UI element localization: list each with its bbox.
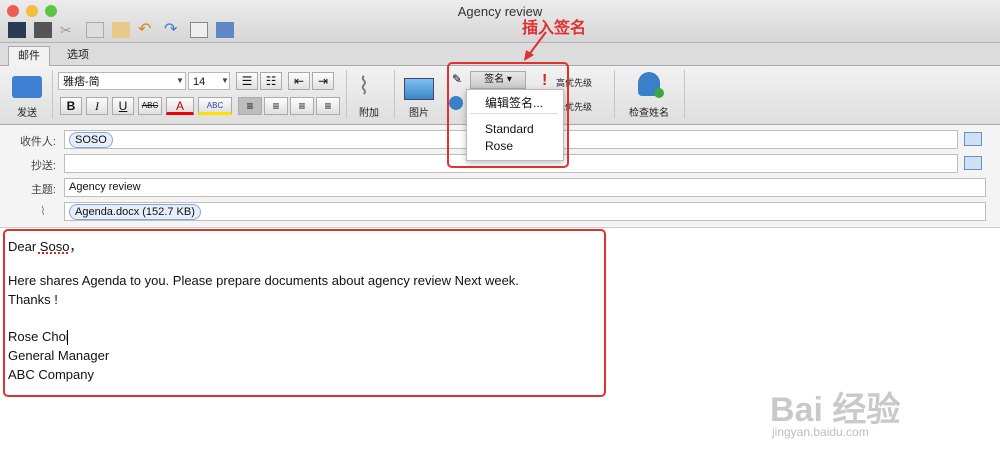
divider: [394, 70, 395, 118]
align-left-button[interactable]: ≡: [238, 97, 262, 115]
copy-icon[interactable]: [86, 22, 104, 38]
check-names-label: 检查姓名: [629, 108, 669, 119]
paste-icon[interactable]: [112, 22, 130, 38]
bullets-button[interactable]: ☰: [236, 72, 258, 90]
tab-options[interactable]: 选项: [56, 46, 100, 65]
address-book-icon[interactable]: [216, 22, 234, 38]
annotation-arrow-icon: [524, 31, 547, 61]
divider: [346, 70, 347, 118]
address-book-icon[interactable]: [964, 156, 982, 170]
paperclip-icon[interactable]: ⌇: [358, 72, 370, 101]
annotation-box-body: [3, 229, 606, 397]
align-right-button[interactable]: ≡: [290, 97, 314, 115]
underline-button[interactable]: U: [112, 97, 134, 115]
send-icon[interactable]: [12, 76, 42, 98]
justify-button[interactable]: ≡: [316, 97, 340, 115]
subject-label: 主题:: [30, 184, 56, 196]
attachment-token[interactable]: Agenda.docx (152.7 KB): [69, 204, 201, 220]
print-icon[interactable]: [34, 22, 52, 38]
annotation-box-signature: [447, 62, 569, 168]
font-name-select[interactable]: 雅痞-简: [58, 72, 186, 90]
strikethrough-button[interactable]: ABC: [138, 97, 162, 115]
align-center-button[interactable]: ≡: [264, 97, 288, 115]
bold-button[interactable]: B: [60, 97, 82, 115]
watermark-logo: Bai 经验: [770, 391, 901, 429]
chevron-down-icon: ▼: [176, 76, 184, 85]
window-title: Agency review: [457, 4, 543, 19]
numbering-button[interactable]: ☷: [260, 72, 282, 90]
divider: [684, 70, 685, 118]
checkmark-icon: [654, 88, 664, 98]
italic-button[interactable]: I: [86, 97, 108, 115]
subject-field[interactable]: Agency review: [64, 178, 986, 197]
recipient-token[interactable]: SOSO: [69, 132, 113, 148]
address-book-icon[interactable]: [964, 132, 982, 146]
picture-button-label: 图片: [409, 108, 429, 119]
decrease-indent-button[interactable]: ⇤: [288, 72, 310, 90]
toolbox-icon[interactable]: [190, 22, 208, 38]
picture-icon[interactable]: [404, 78, 434, 100]
increase-indent-button[interactable]: ⇥: [312, 72, 334, 90]
highlight-button[interactable]: ABC: [198, 97, 232, 115]
font-color-button[interactable]: A: [166, 97, 194, 115]
attachment-icon: ⌇: [40, 204, 46, 218]
save-icon[interactable]: [8, 22, 26, 38]
redo-icon[interactable]: ↷: [164, 22, 182, 38]
tab-mail[interactable]: 邮件: [8, 46, 50, 66]
watermark-url: jingyan.baidu.com: [772, 425, 869, 439]
attach-button-label: 附加: [359, 108, 379, 119]
cc-label: 抄送:: [30, 160, 56, 172]
undo-icon[interactable]: ↶: [138, 22, 156, 38]
divider: [52, 70, 53, 118]
send-button-label: 发送: [17, 108, 37, 119]
chevron-down-icon: ▼: [221, 76, 229, 85]
attachment-field[interactable]: Agenda.docx (152.7 KB): [64, 202, 986, 221]
cut-icon[interactable]: ✂: [60, 22, 78, 38]
to-label: 收件人:: [19, 136, 56, 148]
divider: [614, 70, 615, 118]
